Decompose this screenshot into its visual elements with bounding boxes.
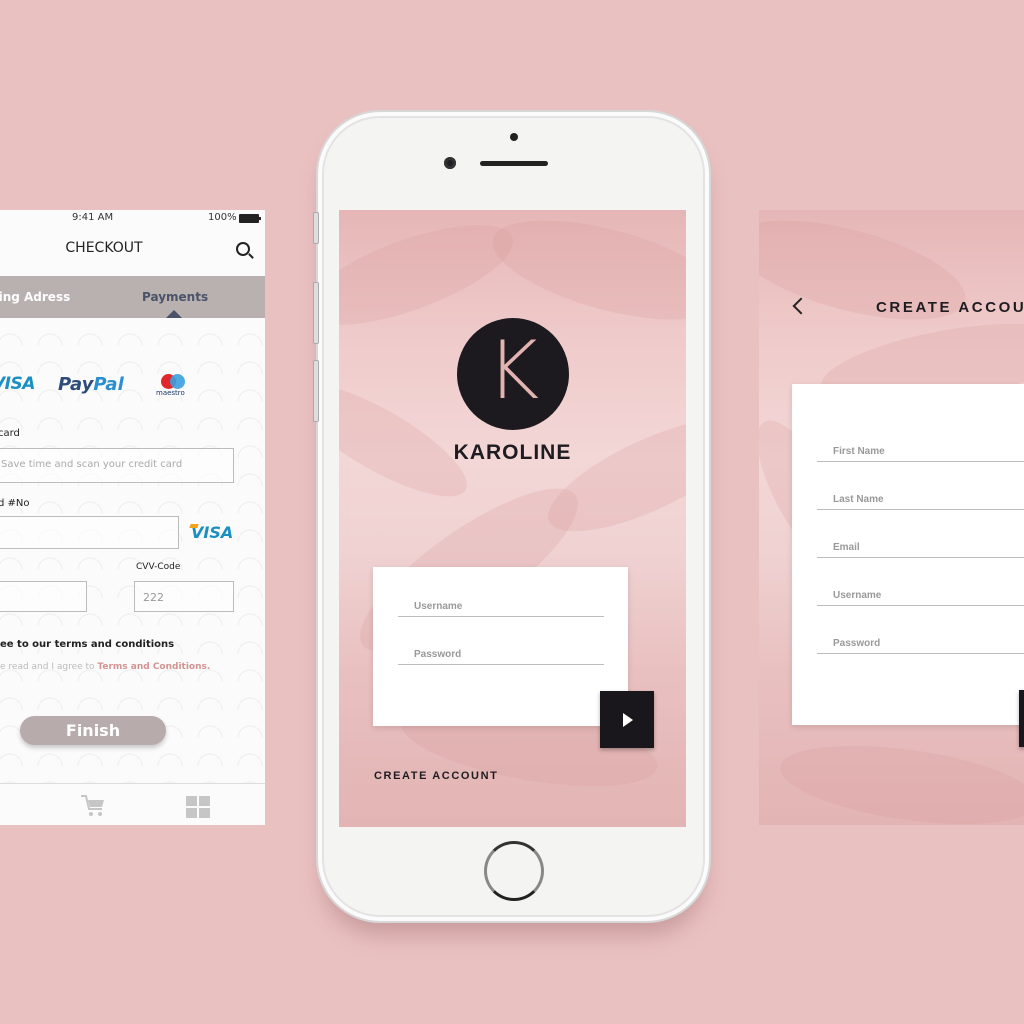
logo-letter: K (486, 324, 540, 417)
terms-text: e read and I agree to Terms and Conditio… (0, 662, 210, 672)
brand-logo: K (457, 318, 569, 430)
login-submit-button[interactable] (600, 691, 654, 748)
tab-shipping-address[interactable]: ping Adress (0, 290, 70, 304)
tab-payments[interactable]: Payments (142, 290, 208, 304)
maestro-label: maestro (156, 389, 185, 397)
home-button (484, 841, 544, 901)
checkout-tabs: ping Adress Payments (0, 276, 265, 318)
checkout-screen: 9:41 AM 100% CHECKOUT ping Adress Paymen… (0, 210, 265, 825)
cart-icon[interactable] (80, 794, 106, 818)
signup-card: First Name Last Name Email Username Pass… (792, 384, 1024, 725)
finish-button[interactable]: Finish (20, 716, 166, 745)
maestro-option[interactable]: maestro (156, 374, 190, 402)
battery-percentage: 100% (208, 212, 237, 223)
expiry-input[interactable] (0, 581, 87, 612)
phone-mockup: K KAROLINE Username Password CREATE ACCO… (313, 110, 711, 923)
card-number-input[interactable] (0, 516, 179, 549)
volume-up-button (313, 282, 319, 344)
battery-icon (239, 214, 261, 223)
terms-agree-text: e read and I agree to (0, 662, 98, 672)
last-name-input[interactable]: Last Name (817, 494, 1024, 510)
cvv-label: CVV-Code (136, 562, 181, 572)
brand-name: KAROLINE (453, 441, 572, 464)
email-input[interactable]: Email (817, 542, 1024, 558)
search-icon[interactable] (236, 242, 250, 256)
card-brand-visa-logo: VISA (191, 523, 234, 542)
earpiece-speaker (480, 161, 548, 166)
visa-option[interactable]: VISA (0, 374, 35, 394)
maestro-blue-circle-icon (170, 374, 185, 389)
terms-link[interactable]: Terms and Conditions. (97, 662, 210, 672)
card-number-label: d #No (0, 498, 30, 509)
create-account-link[interactable]: CREATE ACCOUNT (374, 770, 498, 782)
mute-switch (313, 212, 319, 244)
page-title: CHECKOUT (65, 240, 143, 256)
username-input[interactable]: Username (817, 590, 1024, 606)
password-input[interactable]: Password (398, 649, 604, 665)
scan-card-label: card (0, 428, 20, 439)
wave-pattern-background (0, 318, 265, 783)
bottom-nav (0, 783, 265, 825)
status-time: 9:41 AM (72, 212, 114, 223)
password-input[interactable]: Password (817, 638, 1024, 654)
username-input[interactable]: Username (398, 601, 604, 617)
proximity-sensor (510, 133, 518, 141)
signup-submit-button[interactable] (1019, 690, 1024, 747)
volume-down-button (313, 360, 319, 422)
page-title: CREATE ACCOU (876, 299, 1024, 316)
paypal-logo-pay: Pay (58, 374, 94, 395)
login-screen: K KAROLINE Username Password CREATE ACCO… (339, 210, 686, 827)
play-arrow-icon (623, 713, 633, 727)
first-name-input[interactable]: First Name (817, 446, 1024, 462)
grid-icon[interactable] (186, 796, 210, 819)
front-camera-icon (444, 157, 456, 169)
paypal-logo-pal: Pal (93, 374, 124, 395)
status-bar: 9:41 AM 100% (0, 210, 265, 228)
create-account-screen: CREATE ACCOU First Name Last Name Email … (759, 210, 1024, 825)
paypal-option[interactable]: PayPal (58, 374, 124, 395)
cvv-input[interactable]: 222 (134, 581, 234, 612)
terms-heading: ee to our terms and conditions (0, 639, 175, 650)
login-card: Username Password (373, 567, 628, 726)
scan-card-input[interactable]: Save time and scan your credit card (0, 448, 234, 483)
active-tab-indicator (166, 310, 182, 318)
